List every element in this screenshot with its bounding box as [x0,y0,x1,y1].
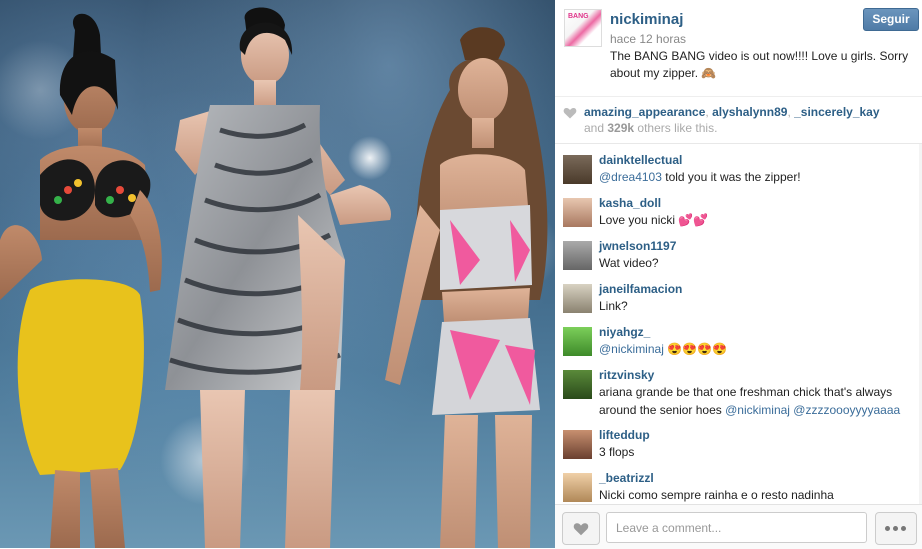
liker-link[interactable]: _sincerely_kay [794,105,879,119]
avatar[interactable] [563,241,592,270]
comment-username[interactable]: jwnelson1197 [599,239,916,254]
comment-text: @drea4103 told you it was the zipper! [599,168,916,186]
list-item: ritzvinsky ariana grande be that one fre… [555,359,922,419]
likes-section: amazing_appearance, alyshalynn89, _since… [555,97,922,144]
liker-link[interactable]: amazing_appearance [584,105,705,119]
avatar[interactable] [563,284,592,313]
comment-text: 3 flops [599,445,635,459]
post-header: BANG nickiminaj hace 12 horas The BANG B… [555,0,922,97]
ellipsis-icon [901,526,906,531]
comments-list[interactable]: dainktellectual @drea4103 told you it wa… [555,144,922,504]
likes-suffix: others like this. [634,121,718,135]
avatar-logo-text: BANG [568,13,589,20]
like-button[interactable] [562,512,600,545]
post-sidebar: BANG nickiminaj hace 12 horas The BANG B… [555,0,922,549]
avatar[interactable] [563,155,592,184]
instagram-post-view: BANG nickiminaj hace 12 horas The BANG B… [0,0,922,549]
comment-username[interactable]: niyahgz_ [599,325,916,340]
post-timestamp[interactable]: hace 12 horas [610,32,686,46]
comment-input[interactable] [606,512,867,543]
avatar[interactable] [563,430,592,459]
heart-icon [563,107,577,119]
list-item: kasha_doll Love you nicki 💕💕 [555,187,922,230]
right-figure [385,27,548,548]
comment-text: ariana grande be that one freshman chick… [599,383,916,419]
ellipsis-icon [893,526,898,531]
heart-icon [573,523,589,536]
mention-link[interactable]: @nickiminaj @zzzzoooyyyyaaaa [725,403,900,417]
list-item: _beatrizzl Nicki como sempre rainha e o … [555,462,922,504]
comment-username[interactable]: lifteddup [599,428,916,443]
list-item: janeilfamacion Link? [555,273,922,316]
comment-body: told you it was the zipper! [661,170,801,184]
comment-username[interactable]: janeilfamacion [599,282,916,297]
owner-username[interactable]: nickiminaj [610,11,683,28]
comment-text: Nicki como sempre rainha e o resto nadin… [599,488,834,502]
comment-username[interactable]: kasha_doll [599,196,916,211]
post-photo[interactable] [0,0,555,548]
comment-body: 😍😍😍😍 [663,342,727,356]
follow-button[interactable]: Seguir [863,8,919,31]
comment-username[interactable]: ritzvinsky [599,368,916,383]
list-item: jwnelson1197 Wat video? [555,230,922,273]
list-item: niyahgz_ @nickiminaj 😍😍😍😍 [555,316,922,359]
comment-username[interactable]: dainktellectual [599,153,916,168]
avatar[interactable] [563,198,592,227]
comment-username[interactable]: _beatrizzl [599,471,916,486]
comment-footer [555,504,922,549]
ellipsis-icon [885,526,890,531]
list-item: dainktellectual @drea4103 told you it wa… [555,144,922,187]
avatar[interactable] [563,370,592,399]
comment-text: Wat video? [599,256,659,270]
likes-summary: amazing_appearance, alyshalynn89, _since… [584,104,914,136]
comment-text: Love you nicki 💕💕 [599,213,709,227]
comment-text: Link? [599,299,628,313]
photo-illustration [0,7,555,548]
likes-count[interactable]: 329k [607,121,634,135]
mention-link[interactable]: @nickiminaj [599,342,664,356]
avatar[interactable] [563,473,592,502]
comment-text: @nickiminaj 😍😍😍😍 [599,340,916,358]
avatar[interactable] [563,327,592,356]
mention-link[interactable]: @drea4103 [599,170,662,184]
liker-link[interactable]: alyshalynn89 [712,105,787,119]
more-options-button[interactable] [875,512,917,545]
likes-and: and [584,121,608,135]
list-item: lifteddup 3 flops [555,419,922,462]
owner-avatar[interactable]: BANG [564,9,602,47]
post-caption: The BANG BANG video is out now!!!! Love … [610,49,909,80]
